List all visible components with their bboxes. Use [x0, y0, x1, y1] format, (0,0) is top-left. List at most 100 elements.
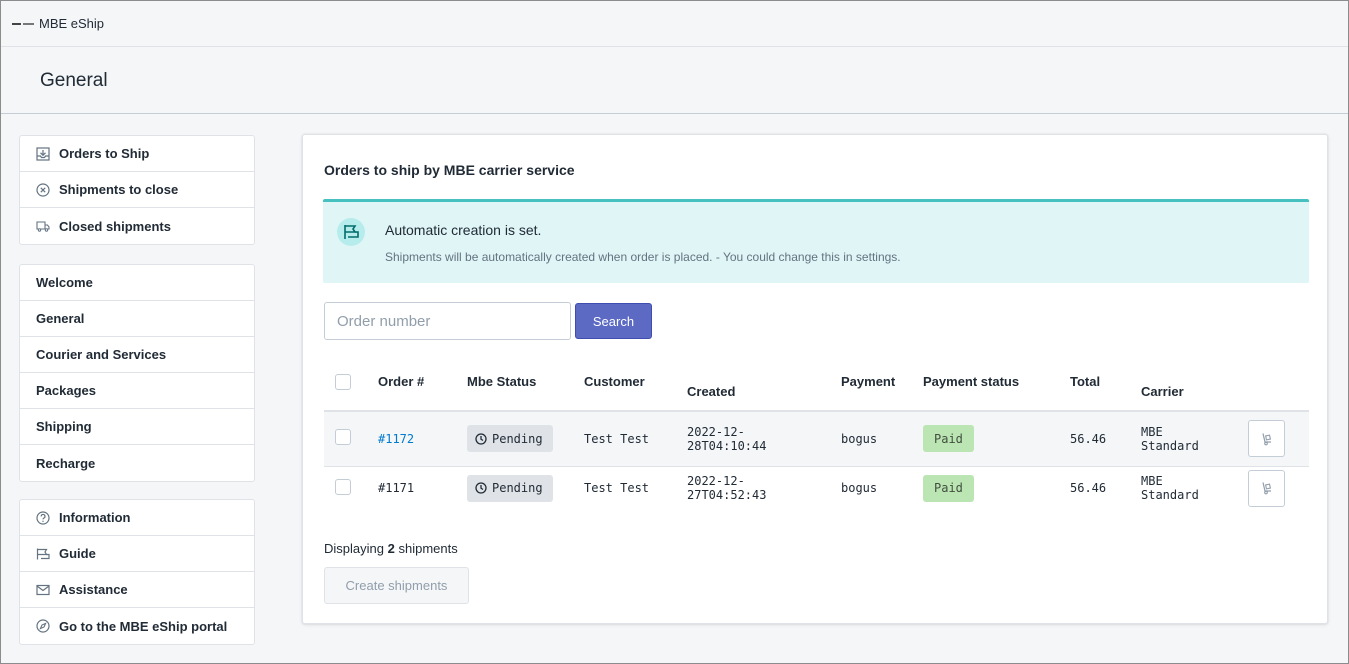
carrier-cell: MBE Standard	[1141, 466, 1248, 510]
sidebar-item-label: Guide	[59, 546, 96, 561]
header-payment: Payment	[841, 363, 923, 412]
app-topbar: MBE eShip	[1, 1, 1348, 47]
table-header-row: Order # Mbe Status Customer Created Paym…	[324, 363, 1309, 412]
status-label: Pending	[492, 431, 543, 446]
order-link[interactable]: #1172	[378, 432, 414, 446]
info-banner: Automatic creation is set. Shipments wil…	[323, 199, 1309, 283]
sidebar-help-group: Information Guide Assistance Go to the M…	[19, 499, 255, 645]
sidebar-item-packages[interactable]: Packages	[20, 373, 254, 409]
clock-icon	[475, 433, 487, 445]
header-total: Total	[1070, 363, 1141, 412]
banner-title: Automatic creation is set.	[385, 222, 542, 238]
app-title: MBE eShip	[39, 16, 105, 31]
page-header: General	[1, 48, 1348, 114]
display-count: Displaying 2 shipments	[324, 541, 458, 556]
sidebar-item-label: Welcome	[36, 275, 93, 290]
header-mbe-status: Mbe Status	[467, 363, 584, 412]
sidebar-item-label: Assistance	[59, 582, 128, 597]
sidebar-item-shipments-to-close[interactable]: Shipments to close	[20, 172, 254, 208]
hand-truck-icon	[1261, 482, 1271, 495]
header-order: Order #	[378, 363, 467, 412]
search-button[interactable]: Search	[575, 303, 652, 339]
created-date: 2022-12-	[687, 474, 745, 489]
sidebar-item-label: Courier and Services	[36, 347, 167, 362]
sidebar-item-label: Closed shipments	[59, 218, 171, 234]
row-checkbox[interactable]	[335, 429, 351, 446]
page-title: General	[40, 69, 108, 91]
sidebar-item-shipping[interactable]: Shipping	[20, 409, 254, 445]
select-all-cell	[324, 363, 378, 412]
sidebar-item-label: Orders to Ship	[59, 146, 150, 161]
display-prefix: Displaying	[324, 541, 384, 556]
download-tray-icon	[36, 146, 50, 161]
hand-truck-icon	[1261, 433, 1271, 446]
header-actions	[1248, 363, 1309, 412]
payment-cell: bogus	[841, 481, 878, 496]
total-cell: 56.46	[1070, 411, 1141, 467]
create-shipments-button[interactable]: Create shipments	[324, 567, 469, 604]
sidebar-item-mbe-portal[interactable]: Go to the MBE eShip portal	[20, 608, 254, 644]
sidebar-item-label: Go to the MBE eShip portal	[59, 618, 228, 634]
order-number: #1171	[378, 481, 415, 496]
circle-x-icon	[36, 182, 50, 197]
card-title: Orders to ship by MBE carrier service	[324, 162, 575, 178]
sidebar-shipments-group: Orders to Ship Shipments to close Closed…	[19, 135, 255, 245]
created-cell: 2022-12- 28T04:10:44	[687, 411, 841, 467]
sidebar-item-label: Information	[59, 510, 131, 525]
envelope-icon	[36, 583, 50, 597]
sidebar-item-label: Shipments to close	[59, 182, 179, 197]
table-row: #1171 Pending Test Test 2022-12- 27T04:52…	[324, 466, 1309, 510]
sidebar-item-label: General	[36, 311, 85, 326]
carrier-service: Standard	[1141, 438, 1199, 453]
flag-icon	[337, 218, 365, 249]
table-row: #1172 Pending Test Test 2022-12- 28T04:10…	[324, 411, 1309, 467]
created-time: 28T04:10:44	[687, 438, 767, 453]
customer-cell: Test Test	[584, 481, 650, 496]
created-cell: 2022-12- 27T04:52:43	[687, 466, 841, 510]
sidebar-item-information[interactable]: Information	[20, 500, 254, 536]
display-suffix: shipments	[398, 541, 458, 556]
select-all-checkbox[interactable]	[335, 374, 351, 390]
customer-cell: Test Test	[584, 411, 687, 467]
row-checkbox[interactable]	[335, 478, 351, 495]
flag-icon	[36, 547, 50, 561]
ship-action-button[interactable]	[1248, 420, 1285, 458]
sidebar-item-orders-to-ship[interactable]: Orders to Ship	[20, 136, 254, 172]
header-carrier: Carrier	[1141, 363, 1248, 412]
carrier-name: MBE	[1141, 474, 1163, 489]
status-badge: Pending	[467, 474, 553, 502]
payment-cell: bogus	[841, 411, 923, 467]
app-logo	[12, 20, 34, 28]
sidebar-item-label: Packages	[36, 383, 96, 398]
display-number: 2	[387, 541, 395, 556]
created-time: 27T04:52:43	[687, 488, 767, 503]
header-customer: Customer	[584, 363, 687, 412]
carrier-cell: MBE Standard	[1141, 411, 1248, 467]
created-date: 2022-12-	[687, 424, 745, 439]
order-number-input[interactable]	[324, 302, 571, 340]
orders-card: Orders to ship by MBE carrier service Au…	[302, 134, 1328, 624]
carrier-name: MBE	[1141, 424, 1163, 439]
truck-icon	[36, 219, 50, 233]
sidebar-item-label: Recharge	[36, 455, 96, 471]
clock-icon	[475, 482, 487, 494]
header-payment-status: Payment status	[923, 363, 1070, 412]
ship-action-button[interactable]	[1248, 469, 1285, 507]
carrier-service: Standard	[1141, 488, 1199, 503]
sidebar-item-assistance[interactable]: Assistance	[20, 572, 254, 608]
sidebar-item-label: Shipping	[36, 419, 92, 434]
compass-icon	[36, 619, 50, 633]
status-label: Pending	[492, 481, 543, 496]
status-badge: Pending	[467, 425, 553, 453]
sidebar-item-recharge[interactable]: Recharge	[20, 445, 254, 481]
question-circle-icon	[36, 510, 50, 525]
banner-text: Shipments will be automatically created …	[385, 250, 901, 264]
sidebar-item-guide[interactable]: Guide	[20, 536, 254, 572]
sidebar-item-closed-shipments[interactable]: Closed shipments	[20, 208, 254, 244]
sidebar-item-welcome[interactable]: Welcome	[20, 265, 254, 301]
sidebar-item-general[interactable]: General	[20, 301, 254, 337]
sidebar-item-courier-and-services[interactable]: Courier and Services	[20, 337, 254, 373]
sidebar-settings-group: Welcome General Courier and Services Pac…	[19, 264, 255, 482]
orders-table: Order # Mbe Status Customer Created Paym…	[324, 363, 1309, 510]
total-cell: 56.46	[1070, 481, 1107, 496]
